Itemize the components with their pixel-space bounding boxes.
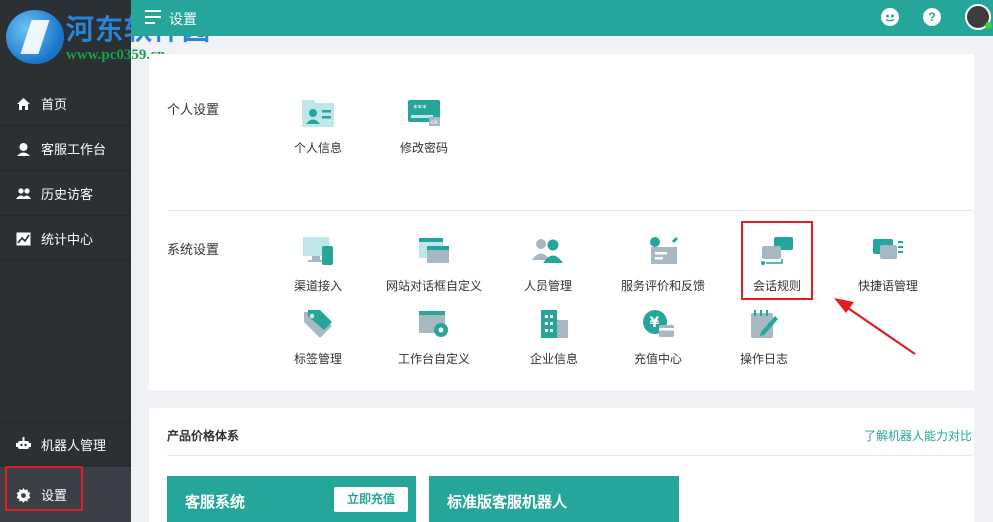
tile-change-password[interactable]: *** ok 修改密码 (369, 97, 479, 156)
tile-label: 企业信息 (529, 352, 578, 366)
tile-label: 服务评价和反馈 (620, 279, 705, 293)
tile-channel-access[interactable]: 渠道接入 (263, 235, 373, 294)
tile-label: 充值中心 (633, 352, 682, 366)
visitors-icon (16, 187, 31, 201)
window-icon (417, 235, 451, 267)
pricing-title: 产品价格体系 (167, 429, 240, 443)
tag-icon (301, 308, 335, 340)
sidebar-item-label: 客服工作台 (41, 142, 107, 157)
tile-label: 操作日志 (739, 352, 788, 366)
robot-face-icon[interactable] (881, 8, 899, 26)
tile-label: 工作台自定义 (397, 352, 470, 366)
sidebar-item-label: 机器人管理 (41, 437, 107, 453)
menu-icon[interactable] (145, 10, 161, 24)
system-settings-label: 系统设置 (167, 242, 220, 257)
sidebar-item-history-visitors[interactable]: 历史访客 (0, 172, 131, 216)
people-icon (531, 235, 565, 267)
sidebar: 首页 客服工作台 历史访客 统计中心 机器人管理 设置 (0, 0, 131, 522)
pricing-divider (167, 455, 972, 456)
tile-service-feedback[interactable]: 服务评价和反馈 (608, 235, 718, 294)
chart-icon (16, 232, 31, 246)
annotation-arrow-icon (834, 298, 916, 355)
building-icon (537, 308, 571, 340)
tile-personal-info[interactable]: 个人信息 (263, 97, 373, 156)
plan-card-customer-service: 客服系统 立即充值 (167, 476, 416, 522)
tile-label: 渠道接入 (293, 279, 342, 293)
section-divider (168, 210, 972, 211)
personal-settings-label: 个人设置 (167, 102, 220, 117)
tile-label: 修改密码 (399, 141, 448, 155)
site-logo-icon (6, 10, 64, 64)
page-title: 设置 (169, 11, 197, 27)
sidebar-item-label: 历史访客 (41, 187, 94, 202)
svg-text:ok: ok (431, 119, 439, 126)
user-avatar[interactable] (965, 4, 992, 30)
tile-dialog-customize[interactable]: 网站对话框自定义 (379, 235, 489, 294)
tile-label: 标签管理 (293, 352, 342, 366)
plan-name: 客服系统 (185, 494, 246, 511)
sidebar-item-service-desk[interactable]: 客服工作台 (0, 127, 131, 171)
recharge-button[interactable]: 立即充值 (333, 487, 408, 512)
tile-company-info[interactable]: 企业信息 (499, 308, 609, 367)
yuan-card-icon: ¥ (641, 308, 675, 340)
svg-text:¥: ¥ (650, 315, 660, 331)
password-icon: *** ok (407, 97, 441, 129)
tile-workbench-customize[interactable]: 工作台自定义 (379, 308, 489, 367)
top-header: 设置 ? (131, 0, 993, 36)
tile-label: 网站对话框自定义 (385, 279, 482, 293)
highlight-box-settings (5, 466, 83, 511)
tile-operation-log[interactable]: 操作日志 (709, 308, 819, 367)
window-settings-icon (417, 308, 451, 340)
tile-recharge-center[interactable]: ¥ 充值中心 (603, 308, 713, 367)
headset-icon (16, 142, 31, 156)
tile-tag-management[interactable]: 标签管理 (263, 308, 373, 367)
help-icon[interactable]: ? (923, 8, 941, 26)
highlight-box-session-rules (741, 221, 813, 300)
notebook-icon (747, 308, 781, 340)
monitor-phone-icon (301, 235, 335, 267)
home-icon (16, 97, 31, 111)
svg-text:***: *** (413, 104, 427, 114)
sidebar-item-label: 统计中心 (41, 232, 94, 247)
tile-label: 人员管理 (523, 279, 572, 293)
sidebar-item-robot-management[interactable]: 机器人管理 (0, 422, 131, 466)
robot-compare-link[interactable]: 了解机器人能力对比 (864, 427, 972, 444)
plan-name: 标准版客服机器人 (447, 494, 568, 511)
plan-card-robot-standard: 标准版客服机器人 (429, 476, 679, 522)
quick-reply-icon (871, 235, 905, 267)
sidebar-item-statistics[interactable]: 统计中心 (0, 217, 131, 261)
tile-label: 个人信息 (293, 141, 342, 155)
feedback-icon (646, 235, 680, 267)
id-card-icon (301, 97, 335, 129)
sidebar-item-label: 首页 (41, 97, 68, 112)
sidebar-item-home[interactable]: 首页 (0, 82, 131, 126)
robot-icon (16, 437, 31, 451)
tile-staff-management[interactable]: 人员管理 (493, 235, 603, 294)
